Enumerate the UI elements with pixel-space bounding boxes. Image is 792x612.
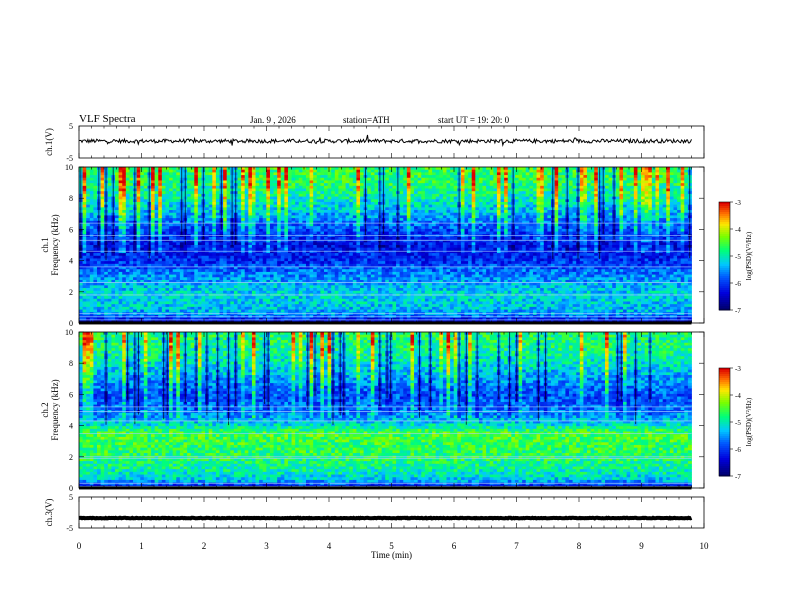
waveform-ticks-3 — [78, 497, 705, 528]
xtick-label-1: 1 — [139, 541, 144, 551]
colorbar-tick-2-4: -7 — [735, 473, 741, 481]
colorbar-tick-2-0: -3 — [735, 365, 741, 373]
ytick-label-3-5: 5 — [69, 493, 73, 502]
colorbar-2: -3 -4 -5 -6 -7 log(PSD)(V²/Hz) — [718, 365, 753, 481]
ytick-label-1-0: 0 — [69, 319, 73, 328]
xtick-label-10: 10 — [700, 541, 710, 551]
ytick-label-2-8: 8 — [69, 359, 73, 368]
ytick-label-2-10: 10 — [65, 328, 73, 337]
ytick-label-0--5: -5 — [66, 154, 73, 163]
xtick-label-9: 9 — [639, 541, 644, 551]
xtick-label-6: 6 — [452, 541, 457, 551]
ytick-label-2-4: 4 — [69, 422, 73, 431]
ylabel-frequency-2: Frequency (kHz) — [50, 379, 60, 440]
colorbar-tick-1-3: -6 — [735, 280, 741, 288]
x-axis-label: Time (min) — [371, 550, 412, 560]
colorbar-tick-1-2: -5 — [735, 253, 741, 261]
ylabel-3: ch.3(V) — [44, 499, 54, 527]
xtick-label-7: 7 — [514, 541, 519, 551]
colorbar-tick-1-0: -3 — [735, 199, 741, 207]
colorbar-label-2: log(PSD)(V²/Hz) — [745, 397, 753, 446]
ytick-label-1-10: 10 — [65, 163, 73, 172]
ytick-label-2-2: 2 — [69, 453, 73, 462]
xtick-label-4: 4 — [327, 541, 332, 551]
ytick-label-1-4: 4 — [69, 257, 73, 266]
ylabel-0: ch.1(V) — [44, 128, 54, 156]
ytick-label-1-6: 6 — [69, 225, 73, 234]
colorbar-tick-2-3: -6 — [735, 446, 741, 454]
colorbar-1: -3 -4 -5 -6 -7 log(PSD)(V²/Hz) — [718, 199, 753, 315]
ytick-label-2-0: 0 — [69, 484, 73, 493]
spectrogram-1 — [79, 167, 692, 325]
colorbar-tick-2-2: -5 — [735, 419, 741, 427]
xtick-label-3: 3 — [264, 541, 269, 551]
xtick-label-8: 8 — [577, 541, 582, 551]
ylabel-channel-1: ch.1 — [40, 237, 50, 252]
ylabel-frequency-1: Frequency (kHz) — [50, 214, 60, 275]
ytick-label-1-2: 2 — [69, 288, 73, 297]
waveform-line-0 — [78, 134, 692, 148]
ytick-label-1-8: 8 — [69, 194, 73, 203]
colorbar-tick-1-4: -7 — [735, 307, 741, 315]
ytick-label-3--5: -5 — [66, 524, 73, 533]
xtick-label-0: 0 — [77, 541, 82, 551]
xtick-label-2: 2 — [202, 541, 207, 551]
waveform-line-3 — [78, 515, 693, 521]
vlf-spectra-figure: 5-5ch.1(V)0246810ch.1 Frequency (kHz)-3-4… — [40, 122, 753, 560]
spectrogram-2 — [79, 332, 692, 490]
colorbar-tick-2-1: -4 — [735, 392, 741, 400]
colorbar-tick-1-1: -4 — [735, 226, 741, 234]
colorbar-label-1: log(PSD)(V²/Hz) — [745, 231, 753, 280]
ytick-label-2-6: 6 — [69, 390, 73, 399]
ylabel-channel-2: ch.2 — [40, 402, 50, 417]
ytick-label-0-5: 5 — [69, 122, 73, 131]
